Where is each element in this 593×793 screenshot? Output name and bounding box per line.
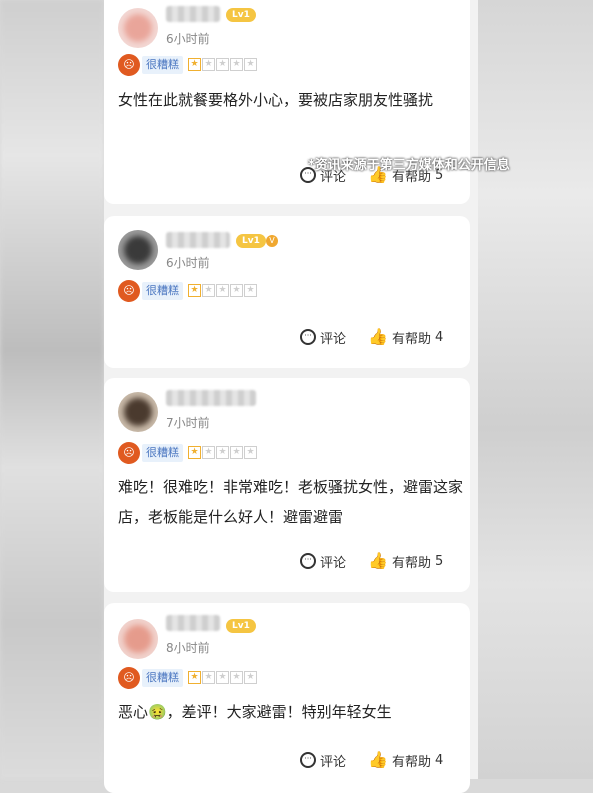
comment-button[interactable]: ··· 评论 <box>300 552 346 571</box>
helpful-label: 有帮助 <box>391 555 431 571</box>
star-icon: ★ <box>244 58 257 71</box>
review-time: 6小时前 <box>166 256 210 270</box>
helpful-button[interactable]: 👍 有帮助 4 <box>368 328 443 347</box>
review-card: 7小时前 ☹ 很糟糕 ★ ★ ★ ★ ★ 难吃！很难吃！非常难吃！老板骚扰女性，避雷这家… <box>104 378 470 592</box>
review-time: 7小时前 <box>166 416 210 430</box>
star-icon: ★ <box>230 446 243 459</box>
username-blurred[interactable] <box>166 232 230 248</box>
blurred-background-left <box>0 0 104 779</box>
review-actions: ··· 评论 👍 有帮助 4 <box>300 326 465 348</box>
review-card: Lv1 V 6小时前 ☹ 很糟糕 ★ ★ ★ ★ ★ ··· 评论 👍 有帮助 4 <box>104 216 470 368</box>
star-icon: ★ <box>188 446 201 459</box>
star-icon: ★ <box>244 671 257 684</box>
angry-face-icon: ☹ <box>118 442 140 464</box>
star-icon: ★ <box>216 671 229 684</box>
review-time: 8小时前 <box>166 641 210 655</box>
star-icon: ★ <box>230 58 243 71</box>
star-icon: ★ <box>230 284 243 297</box>
user-avatar[interactable] <box>118 8 158 48</box>
star-icon: ★ <box>244 446 257 459</box>
star-icon: ★ <box>202 671 215 684</box>
source-watermark: *资讯来源于第三方媒体和公开信息 <box>308 158 510 173</box>
verified-icon: V <box>266 235 278 247</box>
star-icon: ★ <box>202 284 215 297</box>
star-icon: ★ <box>216 446 229 459</box>
helpful-label: 有帮助 <box>391 754 431 770</box>
star-icon: ★ <box>188 671 201 684</box>
angry-face-icon: ☹ <box>118 667 140 689</box>
star-rating: ★ ★ ★ ★ ★ <box>188 58 257 72</box>
rating-label: 很糟糕 <box>142 444 183 462</box>
username-blurred[interactable] <box>166 6 220 22</box>
star-icon: ★ <box>244 284 257 297</box>
comment-label: 评论 <box>320 331 347 347</box>
comment-icon: ··· <box>300 329 316 345</box>
helpful-button[interactable]: 👍 有帮助 4 <box>368 751 443 770</box>
star-icon: ★ <box>202 58 215 71</box>
angry-face-icon: ☹ <box>118 54 140 76</box>
review-feed[interactable]: Lv1 6小时前 ☹ 很糟糕 ★ ★ ★ ★ ★ 女性在此就餐要格外小心，要被店家朋友性… <box>104 0 478 793</box>
star-rating: ★ ★ ★ ★ ★ <box>188 671 257 685</box>
comment-button[interactable]: ··· 评论 <box>300 751 346 770</box>
level-badge: Lv1 <box>236 234 266 248</box>
review-time: 6小时前 <box>166 32 210 46</box>
user-avatar[interactable] <box>118 230 158 270</box>
helpful-count: 5 <box>434 553 444 569</box>
comment-icon: ··· <box>300 752 316 768</box>
review-actions: ··· 评论 👍 有帮助 5 <box>300 550 465 572</box>
review-text: 难吃！很难吃！非常难吃！老板骚扰女性，避雷这家店，老板能是什么好人！避雷避雷 <box>118 478 464 526</box>
star-rating: ★ ★ ★ ★ ★ <box>188 446 257 460</box>
star-icon: ★ <box>216 58 229 71</box>
review-actions: ··· 评论 👍 有帮助 4 <box>300 749 465 771</box>
comment-icon: ··· <box>300 553 316 569</box>
level-badge: Lv1 <box>226 619 256 633</box>
thumbs-up-icon: 👍 <box>368 327 388 346</box>
star-rating: ★ ★ ★ ★ ★ <box>188 284 257 298</box>
review-card: Lv1 8小时前 ☹ 很糟糕 ★ ★ ★ ★ ★ 恶心🤢，差评！大家避雷！特别年轻女生 … <box>104 603 470 793</box>
helpful-button[interactable]: 👍 有帮助 5 <box>368 552 443 571</box>
comment-label: 评论 <box>320 754 347 770</box>
rating-label: 很糟糕 <box>142 669 183 687</box>
user-avatar[interactable] <box>118 392 158 432</box>
blurred-background-right <box>478 0 593 779</box>
review-text: 恶心🤢，差评！大家避雷！特别年轻女生 <box>118 703 392 721</box>
star-icon: ★ <box>188 58 201 71</box>
thumbs-up-icon: 👍 <box>368 750 388 769</box>
rating-label: 很糟糕 <box>142 56 183 74</box>
comment-button[interactable]: ··· 评论 <box>300 328 346 347</box>
review-text: 女性在此就餐要格外小心，要被店家朋友性骚扰 <box>118 91 434 109</box>
username-blurred[interactable] <box>166 615 220 631</box>
star-icon: ★ <box>216 284 229 297</box>
thumbs-up-icon: 👍 <box>368 551 388 570</box>
review-card: Lv1 6小时前 ☹ 很糟糕 ★ ★ ★ ★ ★ 女性在此就餐要格外小心，要被店家朋友性… <box>104 0 470 204</box>
helpful-count: 4 <box>434 752 444 768</box>
rating-label: 很糟糕 <box>142 282 183 300</box>
angry-face-icon: ☹ <box>118 280 140 302</box>
username-blurred[interactable] <box>166 390 256 406</box>
helpful-count: 4 <box>434 329 444 345</box>
level-badge: Lv1 <box>226 8 256 22</box>
star-icon: ★ <box>202 446 215 459</box>
star-icon: ★ <box>230 671 243 684</box>
comment-label: 评论 <box>320 555 347 571</box>
user-avatar[interactable] <box>118 619 158 659</box>
star-icon: ★ <box>188 284 201 297</box>
helpful-label: 有帮助 <box>391 331 431 347</box>
